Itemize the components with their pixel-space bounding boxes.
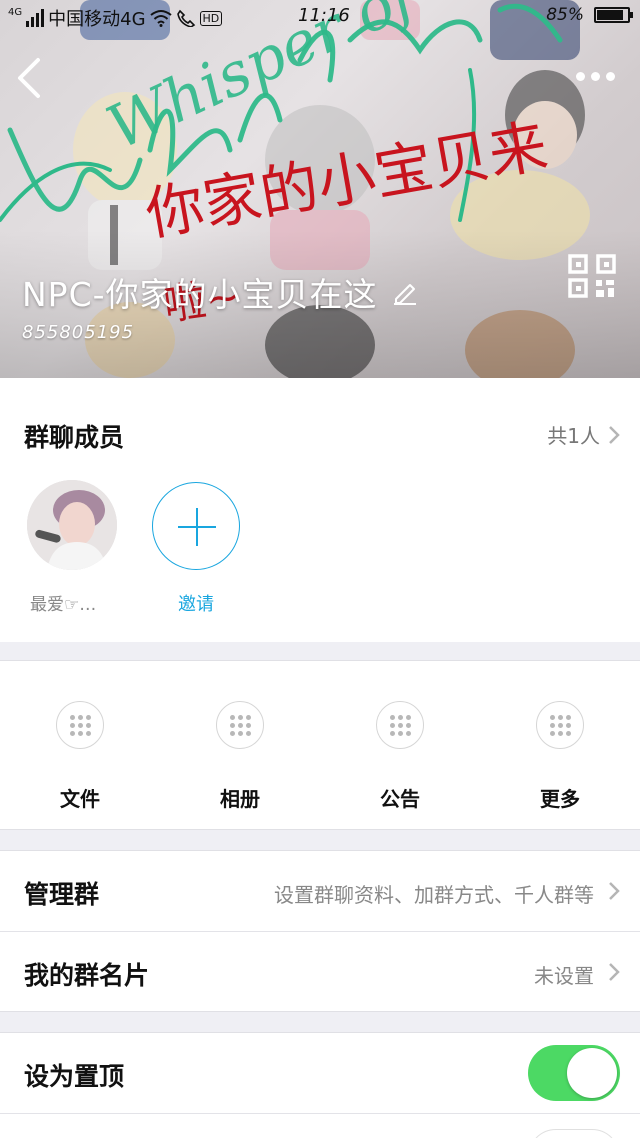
- feature-label: 更多: [540, 787, 580, 811]
- invite-button[interactable]: 邀请: [150, 482, 242, 616]
- manage-group-row[interactable]: 管理群 设置群聊资料、加群方式、千人群等: [0, 851, 640, 931]
- next-toggle[interactable]: [528, 1129, 620, 1138]
- feature-label: 公告: [380, 787, 420, 811]
- call-icon: [176, 9, 195, 27]
- feature-files[interactable]: 文件: [25, 701, 135, 812]
- back-button[interactable]: [12, 56, 52, 100]
- row-value: 未设置: [534, 964, 594, 988]
- member-name: 最爱☞…: [30, 595, 97, 615]
- dot-icon: [591, 71, 600, 81]
- pin-label: 设为置顶: [24, 1062, 125, 1091]
- pin-row: 设为置顶: [0, 1033, 640, 1113]
- wifi-icon: [149, 10, 172, 27]
- toggle-knob: [567, 1048, 617, 1098]
- feature-more[interactable]: 更多: [505, 701, 615, 812]
- features-grid: 文件 相册 公告 更多: [0, 660, 640, 830]
- feature-label: 相册: [220, 787, 260, 811]
- grid-dots-icon: [56, 701, 104, 749]
- row-value: 设置群聊资料、加群方式、千人群等: [274, 883, 594, 907]
- row-label: 管理群: [24, 880, 100, 909]
- carrier-label: 中国移动4G: [48, 9, 146, 30]
- pin-section: 设为置顶: [0, 1032, 640, 1138]
- feature-label: 文件: [60, 787, 100, 811]
- settings-list: 管理群 设置群聊资料、加群方式、千人群等 我的群名片 未设置: [0, 850, 640, 1012]
- feature-announcement[interactable]: 公告: [345, 701, 455, 812]
- chevron-right-icon: [609, 963, 620, 981]
- grid-dots-icon: [216, 701, 264, 749]
- battery-percent: 85%: [546, 5, 584, 25]
- group-name-text: NPC-你家的小宝贝在这: [22, 275, 378, 314]
- grid-dots-icon: [376, 701, 424, 749]
- avatar: [27, 480, 117, 570]
- divider: [0, 1113, 640, 1114]
- hd-badge: HD: [199, 10, 223, 26]
- grid-dots-icon: [536, 701, 584, 749]
- qr-code-icon[interactable]: [568, 254, 618, 298]
- members-count: 共1人: [547, 424, 600, 448]
- member-item[interactable]: 最爱☞…: [24, 480, 120, 615]
- row-label: 我的群名片: [24, 961, 150, 990]
- status-bar: 4G 中国移动4G HD 11:16 85%: [0, 0, 640, 32]
- dot-icon: [606, 71, 615, 81]
- group-name[interactable]: NPC-你家的小宝贝在这: [22, 268, 418, 316]
- network-type: 4G: [8, 6, 23, 18]
- chevron-right-icon: [609, 425, 620, 444]
- group-cover-banner: 你家的小宝贝来 啦~ Whisper of 4G 中国移动4G HD 11:16…: [0, 0, 640, 378]
- dot-icon: [576, 71, 585, 81]
- invite-label: 邀请: [178, 594, 214, 615]
- group-card-row[interactable]: 我的群名片 未设置: [0, 932, 640, 1012]
- pencil-icon[interactable]: [392, 279, 418, 305]
- more-options-button[interactable]: [576, 66, 626, 86]
- chevron-right-icon: [609, 882, 620, 900]
- members-section: 群聊成员 共1人 最爱☞… 邀请: [0, 378, 640, 642]
- status-time: 11:16: [298, 5, 350, 26]
- members-title: 群聊成员: [24, 423, 125, 452]
- battery-icon: [594, 7, 633, 23]
- pin-toggle[interactable]: [528, 1045, 620, 1101]
- feature-album[interactable]: 相册: [185, 701, 295, 812]
- members-count-link[interactable]: 共1人: [547, 420, 620, 449]
- signal-icon: [26, 9, 45, 27]
- plus-icon: [152, 482, 240, 570]
- group-id: 855805195: [22, 322, 135, 343]
